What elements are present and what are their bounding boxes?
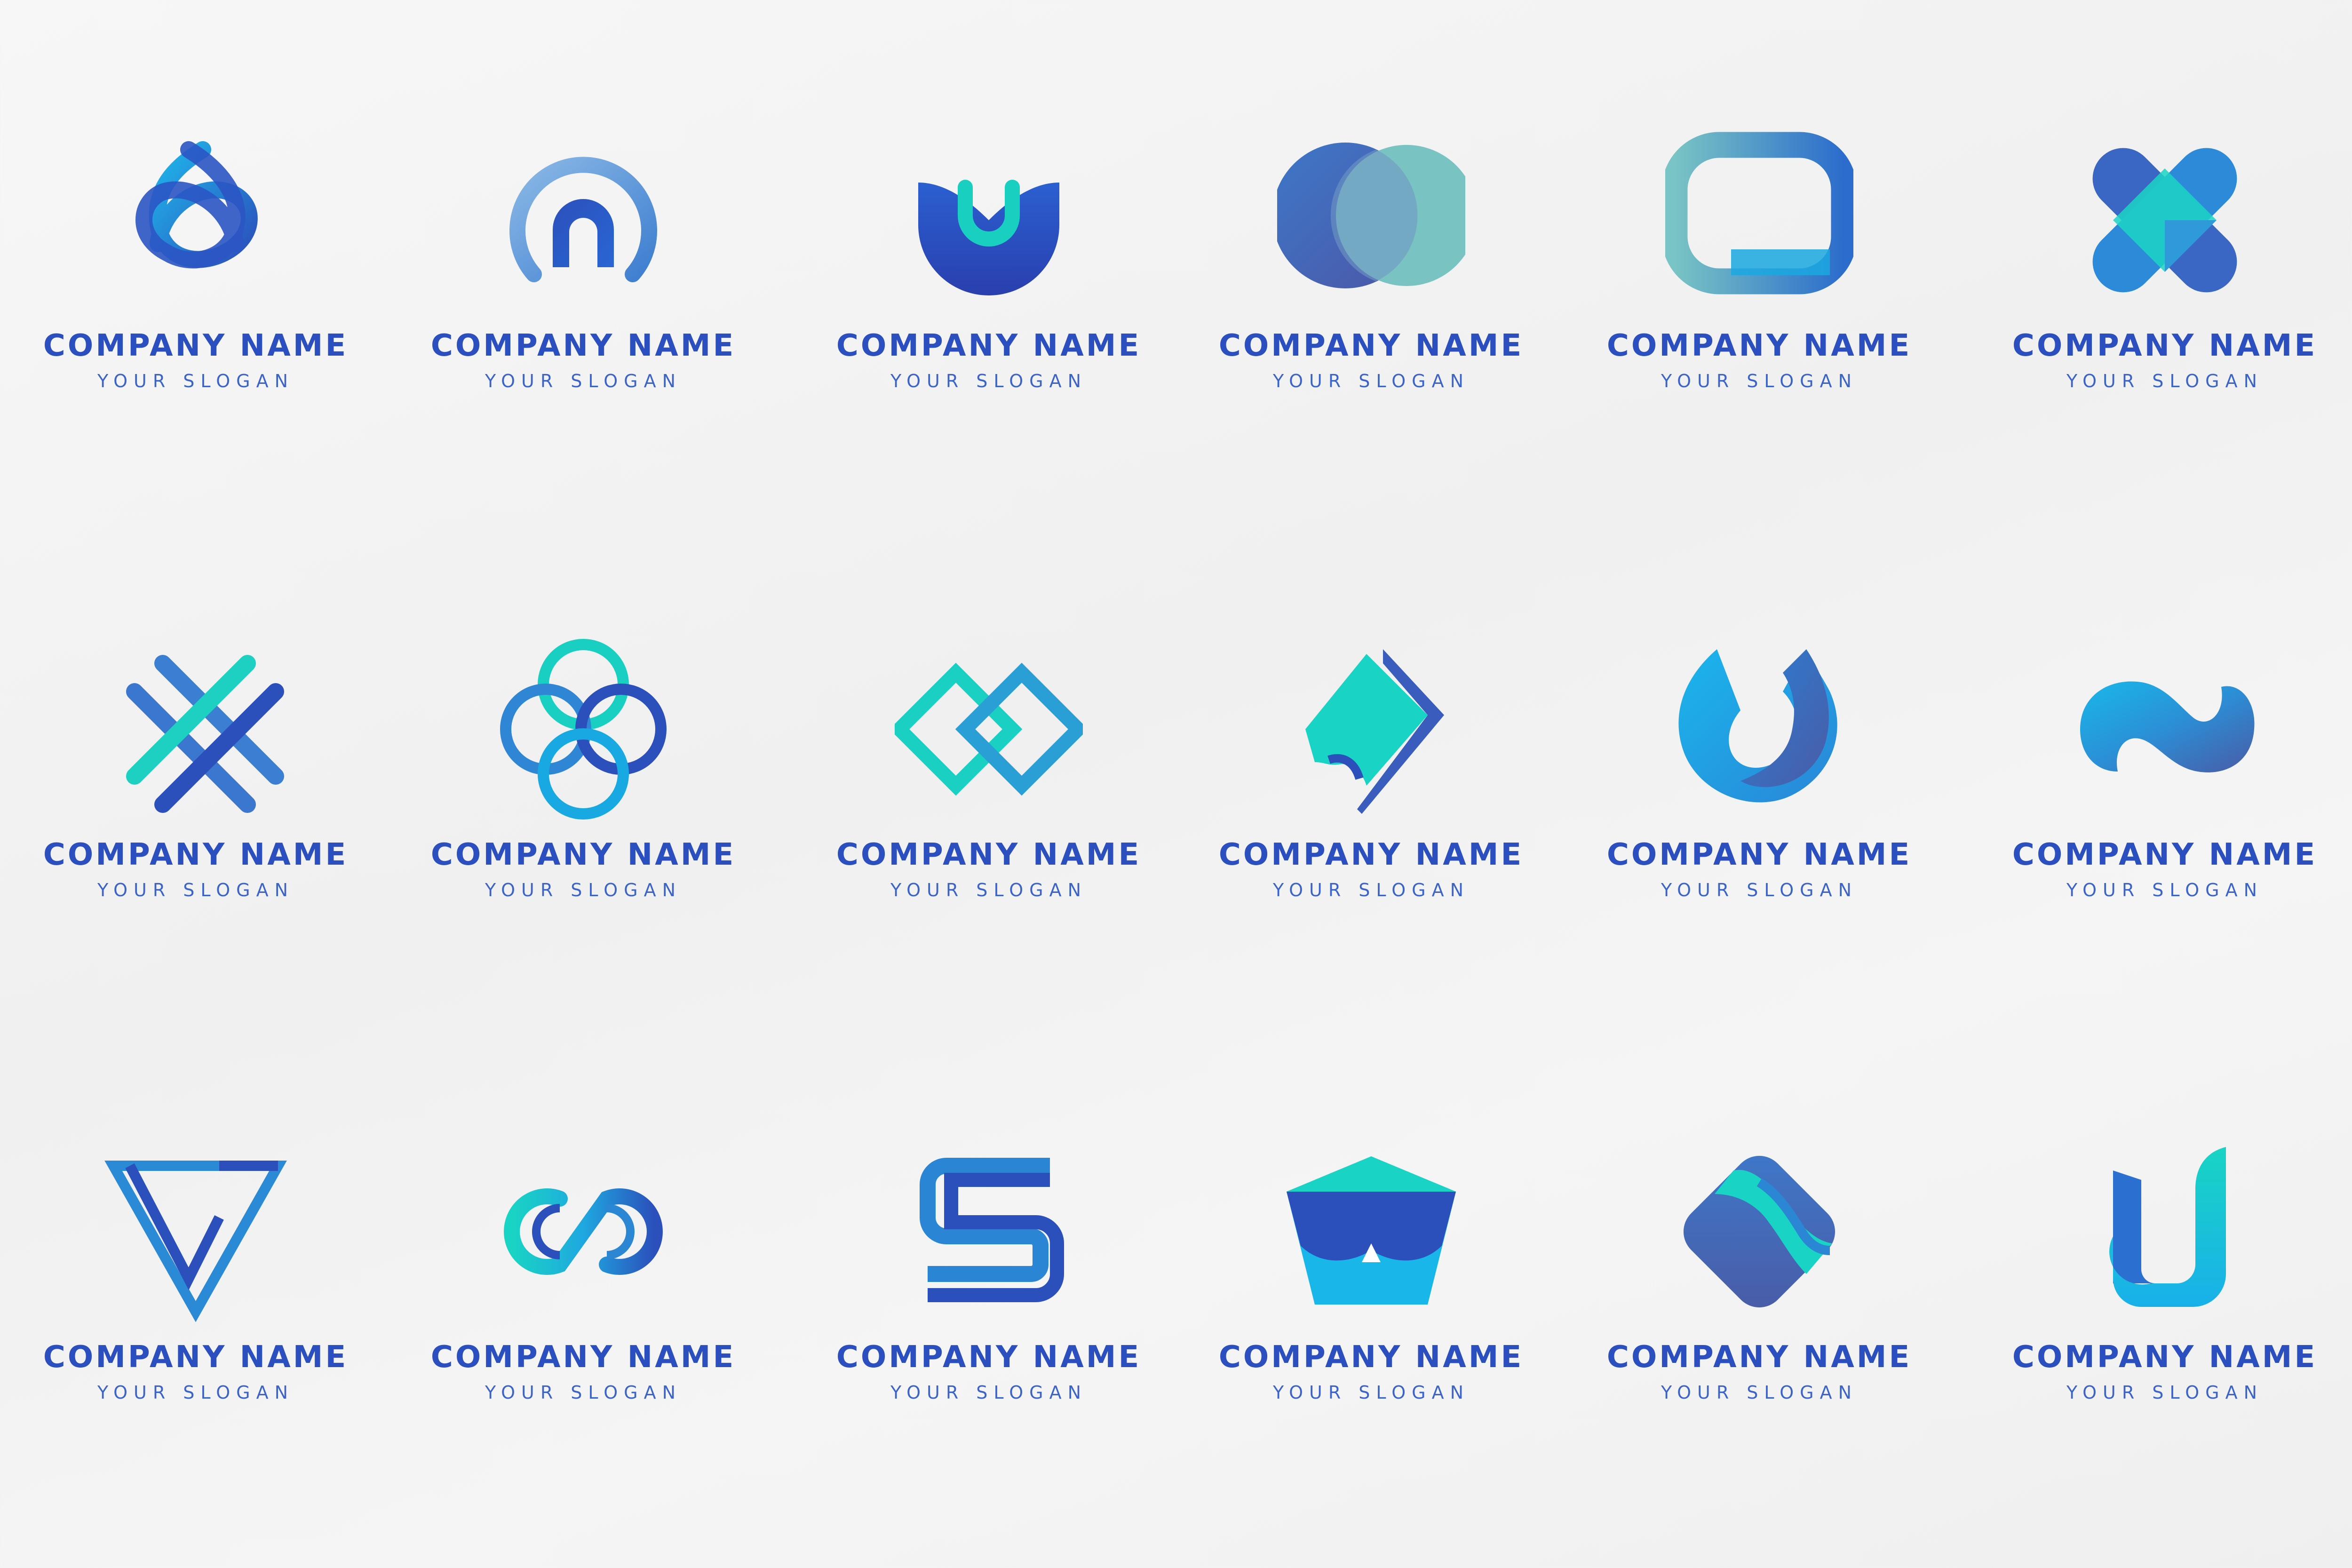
company-name: COMPANY NAME [836, 328, 1142, 363]
logo-card: COMPANY NAME YOUR SLOGAN [801, 1138, 1177, 1561]
knot-drop-icon [102, 126, 290, 314]
company-slogan: YOUR SLOGAN [890, 371, 1088, 391]
company-slogan: YOUR SLOGAN [1272, 371, 1470, 391]
company-slogan: YOUR SLOGAN [2066, 371, 2264, 391]
horseshoe-ring-icon [489, 126, 677, 314]
logo-card: COMPANY NAME YOUR SLOGAN [1183, 126, 1559, 549]
logo-card: COMPANY NAME YOUR SLOGAN [1571, 1138, 1947, 1561]
overlapping-circles-icon [1277, 126, 1465, 314]
logo-card: COMPANY NAME YOUR SLOGAN [1183, 1138, 1559, 1561]
letter-u-icon [2071, 1138, 2259, 1326]
logo-card: COMPANY NAME YOUR SLOGAN [801, 126, 1177, 549]
logo-card: COMPANY NAME YOUR SLOGAN [395, 1138, 771, 1561]
company-slogan: YOUR SLOGAN [97, 371, 294, 391]
company-name: COMPANY NAME [1218, 1340, 1524, 1375]
company-slogan: YOUR SLOGAN [1272, 1382, 1470, 1403]
logo-card: COMPANY NAME YOUR SLOGAN [8, 1138, 384, 1561]
company-slogan: YOUR SLOGAN [485, 1382, 682, 1403]
infinity-loop-icon [489, 1138, 677, 1326]
company-name: COMPANY NAME [430, 837, 736, 872]
logo-card: COMPANY NAME YOUR SLOGAN [1571, 635, 1947, 1059]
x-cross-icon [2071, 126, 2259, 314]
logo-card: COMPANY NAME YOUR SLOGAN [1183, 635, 1559, 1059]
company-name: COMPANY NAME [1606, 328, 1912, 363]
interlocking-rings-icon [489, 635, 677, 823]
company-slogan: YOUR SLOGAN [485, 880, 682, 900]
company-slogan: YOUR SLOGAN [1661, 1382, 1858, 1403]
linked-diamonds-icon [895, 635, 1083, 823]
company-name: COMPANY NAME [2012, 1340, 2318, 1375]
letter-s-icon [895, 1138, 1083, 1326]
rounded-rectangle-ring-icon [1665, 126, 1853, 314]
w-triangle-icon [102, 1138, 290, 1326]
company-name: COMPANY NAME [2012, 837, 2318, 872]
logo-sheet: COMPANY NAME YOUR SLOGAN COMPANY NAME YO… [0, 0, 2352, 1568]
company-slogan: YOUR SLOGAN [2066, 880, 2264, 900]
company-name: COMPANY NAME [43, 1340, 349, 1375]
company-name: COMPANY NAME [43, 837, 349, 872]
u-drop-icon [1665, 635, 1853, 823]
company-slogan: YOUR SLOGAN [97, 880, 294, 900]
logo-card: COMPANY NAME YOUR SLOGAN [1977, 635, 2352, 1059]
company-slogan: YOUR SLOGAN [1661, 880, 1858, 900]
pentagon-icon [1277, 1138, 1465, 1326]
company-name: COMPANY NAME [43, 328, 349, 363]
logo-card: COMPANY NAME YOUR SLOGAN [1977, 126, 2352, 549]
company-slogan: YOUR SLOGAN [890, 880, 1088, 900]
wave-s-icon [2071, 635, 2259, 823]
logo-card: COMPANY NAME YOUR SLOGAN [801, 635, 1177, 1059]
logo-card: COMPANY NAME YOUR SLOGAN [395, 635, 771, 1059]
company-name: COMPANY NAME [430, 1340, 736, 1375]
logo-card: COMPANY NAME YOUR SLOGAN [1571, 126, 1947, 549]
logo-card: COMPANY NAME YOUR SLOGAN [8, 126, 384, 549]
logo-card: COMPANY NAME YOUR SLOGAN [1977, 1138, 2352, 1561]
tulip-cup-icon [895, 126, 1083, 314]
company-slogan: YOUR SLOGAN [485, 371, 682, 391]
company-slogan: YOUR SLOGAN [2066, 1382, 2264, 1403]
company-name: COMPANY NAME [836, 837, 1142, 872]
company-name: COMPANY NAME [2012, 328, 2318, 363]
company-slogan: YOUR SLOGAN [1661, 371, 1858, 391]
company-name: COMPANY NAME [430, 328, 736, 363]
company-name: COMPANY NAME [1218, 837, 1524, 872]
logo-card: COMPANY NAME YOUR SLOGAN [395, 126, 771, 549]
hashtag-cross-icon [102, 635, 290, 823]
company-name: COMPANY NAME [1606, 837, 1912, 872]
company-name: COMPANY NAME [1218, 328, 1524, 363]
company-name: COMPANY NAME [836, 1340, 1142, 1375]
company-slogan: YOUR SLOGAN [890, 1382, 1088, 1403]
folded-square-icon [1277, 635, 1465, 823]
company-slogan: YOUR SLOGAN [1272, 880, 1470, 900]
company-slogan: YOUR SLOGAN [97, 1382, 294, 1403]
rounded-diamond-icon [1665, 1138, 1853, 1326]
logo-card: COMPANY NAME YOUR SLOGAN [8, 635, 384, 1059]
company-name: COMPANY NAME [1606, 1340, 1912, 1375]
